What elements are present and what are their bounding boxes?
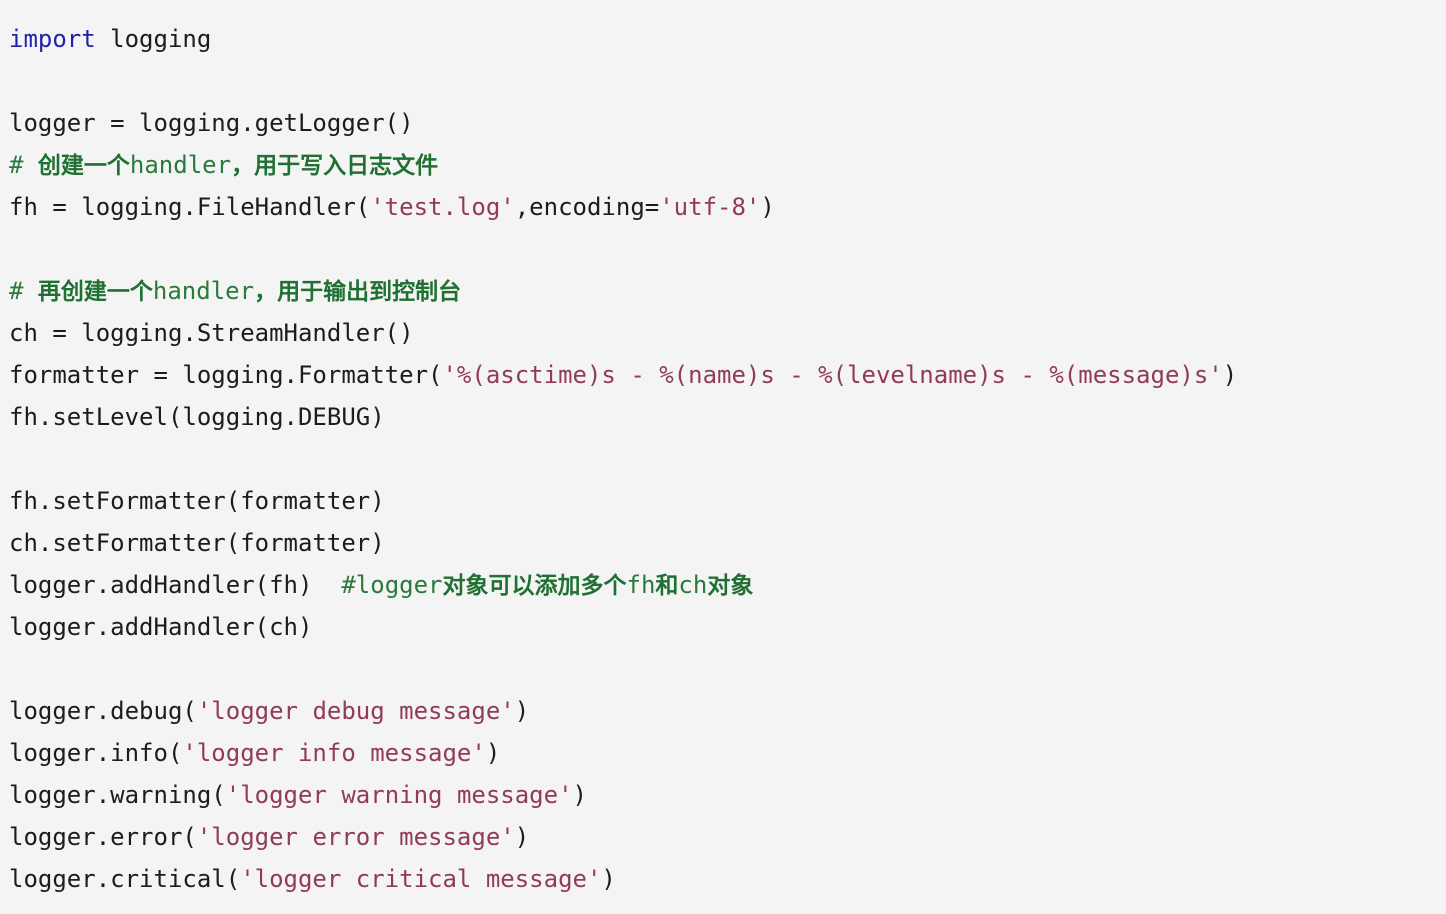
code-token-plain: logger.debug( [9, 697, 197, 725]
code-token-plain: ch.setFormatter(formatter) [9, 529, 385, 557]
code-line: logger.critical('logger critical message… [9, 858, 1446, 900]
code-token-comment: #logger [341, 571, 443, 599]
code-line: formatter = logging.Formatter('%(asctime… [9, 354, 1446, 396]
code-token-comment: # [9, 277, 38, 305]
code-token-plain: ) [485, 739, 501, 767]
code-token-plain: ch = logging.StreamHandler() [9, 319, 414, 347]
code-listing: import logging logger = logging.getLogge… [0, 0, 1446, 900]
code-token-string: 'logger error message' [196, 823, 515, 851]
code-token-plain: ) [1222, 361, 1238, 389]
code-line: fh = logging.FileHandler('test.log',enco… [9, 186, 1446, 228]
code-token-comment-cjk: 和 [655, 573, 679, 599]
code-token-plain: logging [95, 25, 212, 53]
code-token-plain: ) [514, 697, 530, 725]
code-token-string: 'logger critical message' [240, 865, 602, 893]
code-line: # 创建一个handler，用于写入日志文件 [9, 144, 1446, 186]
code-token-comment: ch [678, 571, 708, 599]
code-token-plain: logger.critical( [9, 865, 241, 893]
code-token-keyword: import [9, 25, 96, 53]
code-line: logger = logging.getLogger() [9, 102, 1446, 144]
code-token-comment: # [9, 151, 38, 179]
code-token-string: 'logger info message' [182, 739, 486, 767]
code-token-plain: ) [601, 865, 616, 893]
code-line: fh.setLevel(logging.DEBUG) [9, 396, 1446, 438]
code-token-string: 'test.log' [370, 193, 515, 221]
code-token-plain: logger = logging.getLogger() [9, 109, 414, 137]
code-token-plain: logger.warning( [9, 781, 226, 809]
code-token-comment: handler [152, 277, 255, 305]
code-token-comment-cjk: 再创建一个 [37, 279, 153, 305]
code-token-plain: ) [514, 823, 530, 851]
code-token-comment-cjk: ，用于输出到控制台 [254, 279, 462, 305]
code-token-plain: fh.setLevel(logging.DEBUG) [9, 403, 385, 431]
code-token-plain: fh = logging.FileHandler( [9, 193, 371, 221]
code-token-comment-cjk: ，用于写入日志文件 [231, 153, 439, 179]
code-token-plain: ,encoding= [514, 193, 660, 221]
code-token-plain: ) [572, 781, 587, 809]
code-token-string: 'utf-8' [659, 193, 761, 221]
code-line: ch.setFormatter(formatter) [9, 522, 1446, 564]
code-token-string: 'logger warning message' [225, 781, 573, 809]
code-token-plain: logger.addHandler(ch) [9, 613, 313, 641]
code-line: import logging [9, 18, 1446, 60]
code-line: logger.error('logger error message') [9, 816, 1446, 858]
code-token-comment: fh [626, 571, 656, 599]
code-token-comment: handler [129, 151, 232, 179]
code-token-plain: logger.addHandler(fh) [9, 571, 342, 599]
code-token-comment-cjk: 对象 [707, 573, 754, 599]
code-token-string: '%(asctime)s - %(name)s - %(levelname)s … [442, 361, 1223, 389]
code-token-string: 'logger debug message' [196, 697, 515, 725]
code-token-plain: formatter = logging.Formatter( [9, 361, 443, 389]
code-line: logger.info('logger info message') [9, 732, 1446, 774]
code-token-comment-cjk: 对象可以添加多个 [442, 573, 627, 599]
code-line: logger.addHandler(ch) [9, 606, 1446, 648]
code-token-plain: fh.setFormatter(formatter) [9, 487, 385, 515]
code-token-plain: logger.info( [9, 739, 183, 767]
code-line: fh.setFormatter(formatter) [9, 480, 1446, 522]
code-line: logger.addHandler(fh) #logger对象可以添加多个fh和… [9, 564, 1446, 606]
code-token-comment-cjk: 创建一个 [37, 153, 130, 179]
code-line: logger.warning('logger warning message') [9, 774, 1446, 816]
code-token-plain: ) [760, 193, 775, 221]
code-line: logger.debug('logger debug message') [9, 690, 1446, 732]
code-token-plain: logger.error( [9, 823, 197, 851]
code-line: # 再创建一个handler，用于输出到控制台 [9, 270, 1446, 312]
code-line: ch = logging.StreamHandler() [9, 312, 1446, 354]
